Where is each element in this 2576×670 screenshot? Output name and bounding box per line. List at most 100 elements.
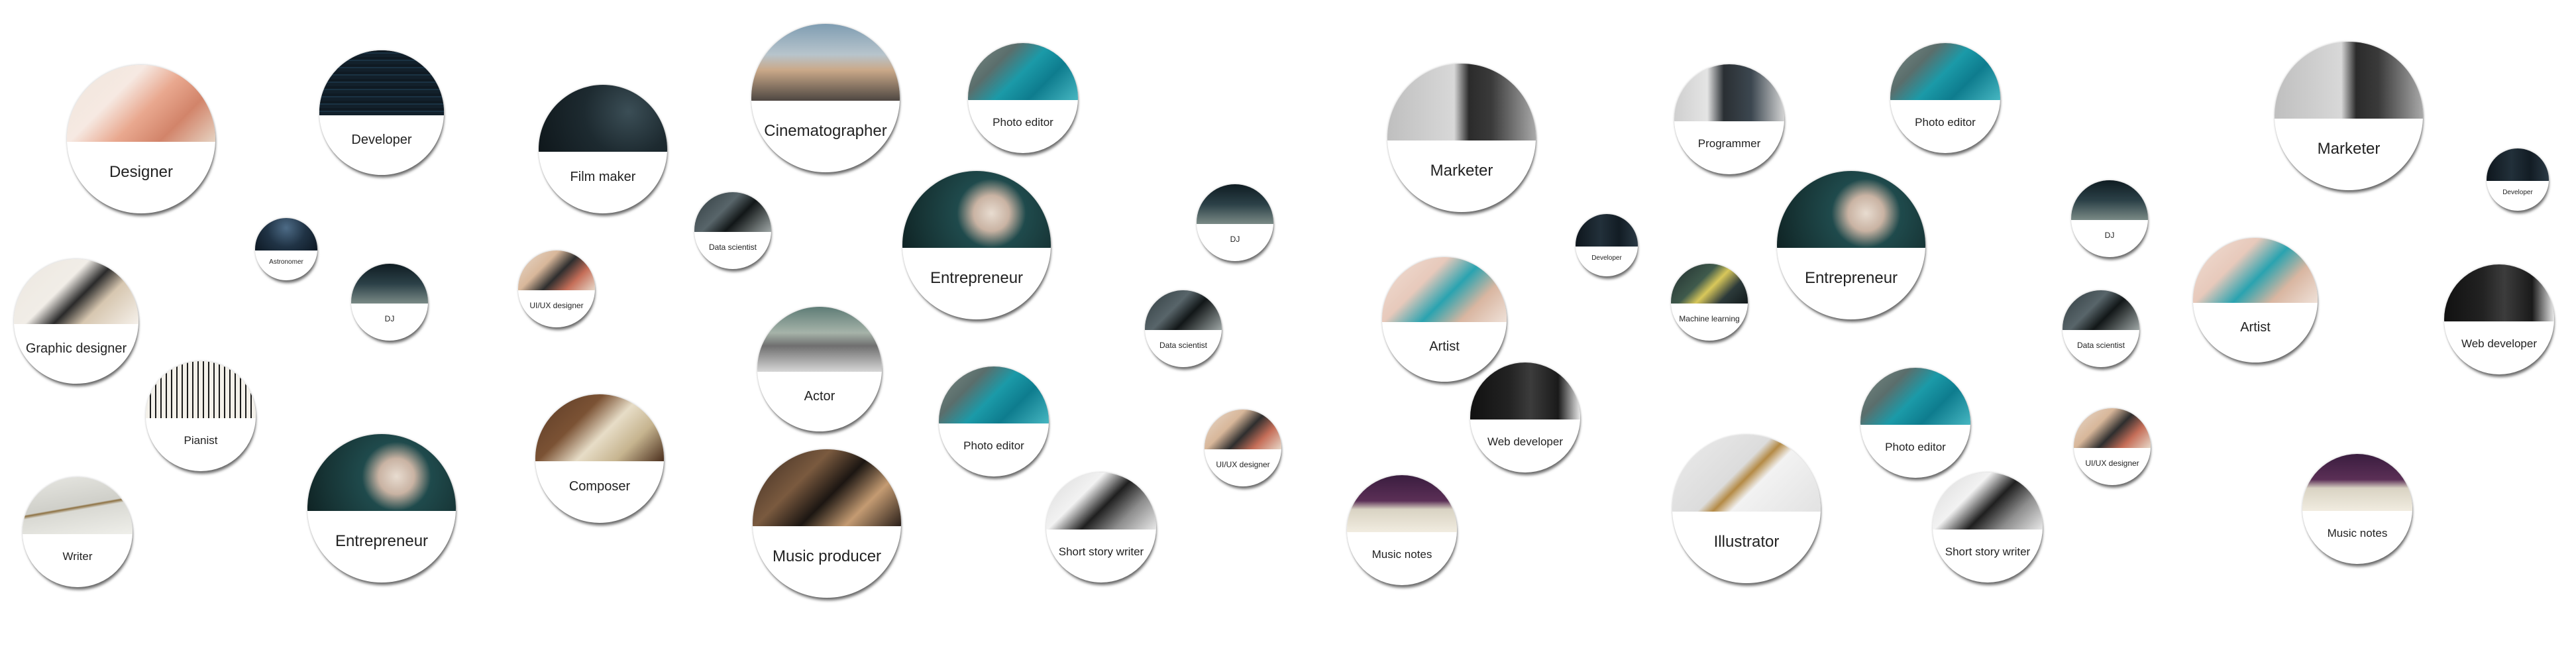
developer-image bbox=[319, 50, 444, 115]
data-scientist-label: Data scientist bbox=[708, 243, 757, 252]
bubble-entrepreneur[interactable]: Entrepreneur bbox=[307, 434, 456, 583]
illustrator-image bbox=[1672, 435, 1821, 512]
actor-image bbox=[757, 307, 882, 372]
bubble-ui-ux-designer[interactable]: UI/UX designer bbox=[1205, 410, 1281, 486]
bubble-writer[interactable]: Writer bbox=[23, 477, 133, 587]
bubble-astronomer[interactable]: Astronomer bbox=[255, 218, 317, 280]
bubble-data-scientist[interactable]: Data scientist bbox=[1145, 290, 1222, 367]
photo-editor-label: Photo editor bbox=[963, 439, 1024, 452]
dj-label: DJ bbox=[384, 314, 395, 324]
marketer-image bbox=[2275, 42, 2423, 119]
composer-image bbox=[535, 394, 664, 461]
programmer-image bbox=[1674, 64, 1784, 122]
film-maker-image bbox=[539, 85, 667, 152]
bubble-developer[interactable]: Developer bbox=[319, 50, 444, 175]
designer-label: Designer bbox=[109, 162, 174, 181]
photo-editor-image bbox=[939, 366, 1049, 424]
bubble-ui-ux-designer[interactable]: UI/UX designer bbox=[518, 251, 595, 327]
bubble-photo-editor[interactable]: Photo editor bbox=[968, 43, 1078, 153]
bubble-photo-editor[interactable]: Photo editor bbox=[1890, 43, 2000, 153]
bubble-short-story-writer[interactable]: Short story writer bbox=[1046, 473, 1156, 583]
bubble-web-developer[interactable]: Web developer bbox=[1470, 363, 1580, 473]
actor-label: Actor bbox=[804, 388, 835, 404]
machine-learning-label: Machine learning bbox=[1679, 314, 1740, 324]
short-story-writer-label: Short story writer bbox=[1945, 545, 2031, 558]
artist-image bbox=[2193, 238, 2318, 303]
bubble-short-story-writer[interactable]: Short story writer bbox=[1933, 473, 2043, 583]
bubble-illustrator[interactable]: Illustrator bbox=[1672, 435, 1821, 583]
developer-image bbox=[1576, 214, 1638, 247]
artist-label: Artist bbox=[2240, 319, 2271, 335]
artist-image bbox=[1382, 257, 1507, 322]
short-story-writer-image bbox=[1046, 473, 1156, 530]
marketer-label: Marketer bbox=[1430, 161, 1493, 180]
bubble-composer[interactable]: Composer bbox=[535, 394, 664, 523]
bubble-music-producer[interactable]: Music producer bbox=[753, 449, 901, 598]
bubble-dj[interactable]: DJ bbox=[351, 264, 428, 341]
bubble-graphic-designer[interactable]: Graphic designer bbox=[14, 259, 138, 384]
bubble-programmer[interactable]: Programmer bbox=[1674, 64, 1784, 174]
developer-image bbox=[2487, 148, 2549, 181]
writer-label: Writer bbox=[62, 549, 93, 563]
ui-ux-designer-image bbox=[2074, 408, 2151, 449]
bubble-designer[interactable]: Designer bbox=[67, 65, 215, 213]
composer-label: Composer bbox=[568, 479, 631, 494]
music-notes-label: Music notes bbox=[1371, 547, 1432, 561]
bubble-web-developer[interactable]: Web developer bbox=[2444, 264, 2554, 374]
marketer-image bbox=[1387, 64, 1536, 141]
bubble-entrepreneur[interactable]: Entrepreneur bbox=[1777, 171, 1925, 319]
bubble-pianist[interactable]: Pianist bbox=[146, 361, 256, 471]
cinematographer-label: Cinematographer bbox=[764, 121, 887, 140]
ui-ux-designer-image bbox=[1205, 410, 1281, 450]
bubble-film-maker[interactable]: Film maker bbox=[539, 85, 667, 213]
photo-editor-image bbox=[1860, 368, 1970, 425]
short-story-writer-label: Short story writer bbox=[1058, 545, 1144, 558]
writer-image bbox=[23, 477, 133, 535]
data-scientist-image bbox=[1145, 290, 1222, 331]
photo-editor-label: Photo editor bbox=[993, 115, 1053, 129]
marketer-label: Marketer bbox=[2317, 139, 2381, 158]
dj-label: DJ bbox=[2104, 231, 2115, 241]
bubble-ui-ux-designer[interactable]: UI/UX designer bbox=[2074, 408, 2151, 485]
bubble-machine-learning[interactable]: Machine learning bbox=[1671, 264, 1748, 341]
entrepreneur-label: Entrepreneur bbox=[335, 531, 429, 550]
bubble-dj[interactable]: DJ bbox=[1197, 184, 1273, 261]
illustrator-label: Illustrator bbox=[1713, 532, 1780, 551]
bubble-data-scientist[interactable]: Data scientist bbox=[694, 192, 771, 269]
film-maker-label: Film maker bbox=[570, 170, 636, 185]
bubble-artist[interactable]: Artist bbox=[2193, 238, 2318, 363]
dj-image bbox=[351, 264, 428, 304]
bubble-developer[interactable]: Developer bbox=[2487, 148, 2549, 211]
bubble-data-scientist[interactable]: Data scientist bbox=[2063, 290, 2139, 367]
bubble-dj[interactable]: DJ bbox=[2071, 180, 2148, 257]
data-scientist-image bbox=[694, 192, 771, 233]
bubble-cinematographer[interactable]: Cinematographer bbox=[751, 24, 900, 172]
photo-editor-image bbox=[1890, 43, 2000, 101]
entrepreneur-label: Entrepreneur bbox=[930, 268, 1024, 287]
ui-ux-designer-label: UI/UX designer bbox=[529, 301, 584, 311]
music-producer-label: Music producer bbox=[772, 547, 882, 565]
bubble-entrepreneur[interactable]: Entrepreneur bbox=[902, 171, 1051, 319]
bubble-photo-editor[interactable]: Photo editor bbox=[1860, 368, 1970, 478]
pianist-image bbox=[146, 361, 256, 419]
bubble-marketer[interactable]: Marketer bbox=[2275, 42, 2423, 190]
web-developer-label: Web developer bbox=[2461, 337, 2538, 350]
bubble-music-notes[interactable]: Music notes bbox=[2302, 454, 2412, 564]
music-producer-image bbox=[753, 449, 901, 527]
bubble-photo-editor[interactable]: Photo editor bbox=[939, 366, 1049, 476]
data-scientist-label: Data scientist bbox=[1159, 341, 1208, 351]
short-story-writer-image bbox=[1933, 473, 2043, 530]
photo-editor-label: Photo editor bbox=[1915, 115, 1976, 129]
music-notes-image bbox=[2302, 454, 2412, 512]
music-notes-image bbox=[1347, 475, 1457, 533]
ui-ux-designer-label: UI/UX designer bbox=[2085, 459, 2139, 469]
bubble-marketer[interactable]: Marketer bbox=[1387, 64, 1536, 212]
designer-image bbox=[67, 65, 215, 142]
ui-ux-designer-label: UI/UX designer bbox=[1216, 460, 1270, 470]
bubble-actor[interactable]: Actor bbox=[757, 307, 882, 431]
entrepreneur-image bbox=[307, 434, 456, 512]
bubble-developer[interactable]: Developer bbox=[1576, 214, 1638, 276]
music-notes-label: Music notes bbox=[2327, 526, 2388, 539]
astronomer-image bbox=[255, 218, 317, 251]
bubble-music-notes[interactable]: Music notes bbox=[1347, 475, 1457, 585]
